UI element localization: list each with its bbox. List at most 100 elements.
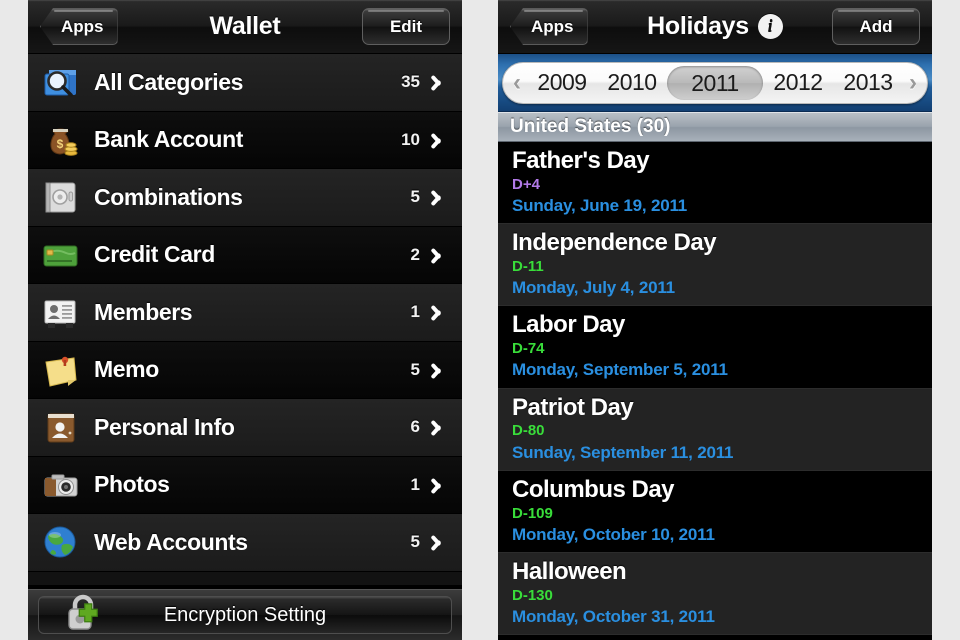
holiday-dday-badge: D-74 [512, 340, 545, 358]
camera-icon [40, 465, 80, 505]
year-option-2010[interactable]: 2010 [597, 69, 667, 96]
category-count: 1 [410, 302, 420, 322]
chevron-right-icon [435, 418, 446, 436]
category-label: Personal Info [94, 413, 235, 440]
holiday-row[interactable]: Father's Day D+4 Sunday, June 19, 2011 [498, 142, 932, 225]
category-label: Members [94, 298, 193, 325]
section-header: United States (30) [498, 112, 932, 142]
credit-card-icon [40, 235, 80, 275]
category-row[interactable]: Photos 1 [28, 456, 462, 514]
category-list[interactable]: All Categories 35 $ Bank Account 10 Combin… [28, 54, 462, 572]
category-row[interactable]: Personal Info 6 [28, 399, 462, 457]
year-picker[interactable]: ‹ 2009 2010 2011 2012 2013 › [498, 54, 932, 112]
chevron-right-icon [435, 303, 446, 321]
add-button-label: Add [859, 16, 893, 36]
category-label: Credit Card [94, 241, 215, 268]
year-option-2012[interactable]: 2012 [763, 69, 833, 96]
category-icon [40, 522, 80, 562]
chevron-right-icon [435, 73, 446, 91]
add-button[interactable]: Add [832, 8, 920, 45]
chevron-right-icon [435, 188, 446, 206]
chevron-right-icon [435, 246, 446, 264]
holiday-row[interactable]: Halloween D-130 Monday, October 31, 2011 [498, 552, 932, 636]
category-row[interactable]: Web Accounts 5 [28, 514, 462, 572]
category-icon [40, 407, 80, 447]
holiday-list[interactable]: Father's Day D+4 Sunday, June 19, 2011 Inde… [498, 142, 932, 636]
category-label: Photos [94, 471, 170, 498]
year-option-2013[interactable]: 2013 [833, 69, 903, 96]
year-option-2009[interactable]: 2009 [527, 69, 597, 96]
category-row[interactable]: All Categories 35 [28, 54, 462, 112]
holiday-name: Labor Day [512, 311, 625, 339]
category-icon [40, 62, 80, 102]
holiday-name: Independence Day [512, 229, 717, 257]
bottom-toolbar: Encryption Setting [28, 589, 462, 640]
info-circle-icon[interactable]: i [757, 14, 783, 39]
year-option-2011[interactable]: 2011 [667, 65, 763, 100]
category-icon [40, 235, 80, 275]
category-row[interactable]: Memo 5 [28, 341, 462, 399]
safe-icon [40, 177, 80, 217]
svg-text:$: $ [57, 137, 64, 151]
category-row[interactable]: Credit Card 2 [28, 226, 462, 284]
page-title: Holidays i [647, 12, 783, 41]
holiday-dday-badge: D-130 [512, 586, 553, 604]
category-row[interactable]: Members 1 [28, 284, 462, 342]
edit-button-label: Edit [389, 16, 423, 36]
holiday-dday-badge: D-109 [512, 504, 553, 522]
page-title-text: Holidays [647, 12, 749, 40]
category-icon [40, 177, 80, 217]
holiday-date: Monday, September 5, 2011 [512, 360, 728, 380]
back-button-apps[interactable]: Apps [40, 8, 118, 45]
holiday-date: Sunday, June 19, 2011 [512, 196, 688, 216]
globe-icon [40, 522, 80, 562]
holidays-navigation-bar: Apps Holidays i Add [498, 0, 932, 54]
category-count: 35 [401, 72, 420, 92]
category-label: Bank Account [94, 126, 243, 153]
category-row[interactable]: $ Bank Account 10 [28, 111, 462, 169]
money-bag-icon: $ [40, 120, 80, 160]
page-title: Wallet [210, 12, 281, 41]
category-count: 6 [410, 417, 420, 437]
list-filler [28, 571, 462, 586]
encryption-setting-label: Encryption Setting [163, 603, 327, 626]
back-button-apps[interactable]: Apps [510, 8, 588, 45]
edit-button[interactable]: Edit [362, 8, 450, 45]
holiday-row[interactable]: Independence Day D-11 Monday, July 4, 2011 [498, 224, 932, 307]
category-icon [40, 350, 80, 390]
category-count: 5 [410, 359, 420, 379]
address-book-icon [40, 407, 80, 447]
category-row[interactable]: Combinations 5 [28, 169, 462, 227]
year-prev-icon[interactable]: ‹ [507, 70, 527, 95]
category-count: 5 [410, 187, 420, 207]
year-next-icon[interactable]: › [903, 70, 923, 95]
holiday-date: Monday, October 10, 2011 [512, 524, 715, 544]
back-button-label: Apps [531, 16, 574, 36]
holidays-app-screenshot: Apps Holidays i Add ‹ 2009 2010 2011 2012 201… [498, 0, 932, 640]
category-icon: $ [40, 120, 80, 160]
holiday-name: Halloween [512, 557, 627, 585]
holiday-date: Sunday, September 11, 2011 [512, 442, 734, 462]
lock-plus-icon [61, 591, 105, 635]
search-folder-icon [40, 62, 80, 102]
page-title-text: Wallet [209, 12, 281, 40]
category-count: 10 [401, 129, 420, 149]
holiday-row[interactable]: Patriot Day D-80 Sunday, September 11, 201… [498, 388, 932, 471]
section-header-label: United States (30) [510, 116, 671, 137]
category-label: Combinations [94, 183, 243, 210]
category-label: Memo [94, 356, 159, 383]
category-count: 2 [410, 244, 420, 264]
category-label: All Categories [94, 68, 244, 95]
encryption-setting-button[interactable]: Encryption Setting [38, 594, 452, 634]
chevron-right-icon [435, 476, 446, 494]
chevron-right-icon [435, 533, 446, 551]
category-icon [40, 465, 80, 505]
wallet-app-screenshot: Apps Wallet Edit All Categories 35 $ Bank… [28, 0, 462, 640]
year-picker-pill[interactable]: ‹ 2009 2010 2011 2012 2013 › [502, 61, 928, 104]
holiday-dday-badge: D-80 [512, 422, 545, 440]
wallet-navigation-bar: Apps Wallet Edit [28, 0, 462, 54]
chevron-right-icon [435, 131, 446, 149]
holiday-row[interactable]: Labor Day D-74 Monday, September 5, 2011 [498, 306, 932, 389]
holiday-row[interactable]: Columbus Day D-109 Monday, October 10, 201… [498, 470, 932, 553]
holiday-name: Patriot Day [512, 393, 634, 421]
